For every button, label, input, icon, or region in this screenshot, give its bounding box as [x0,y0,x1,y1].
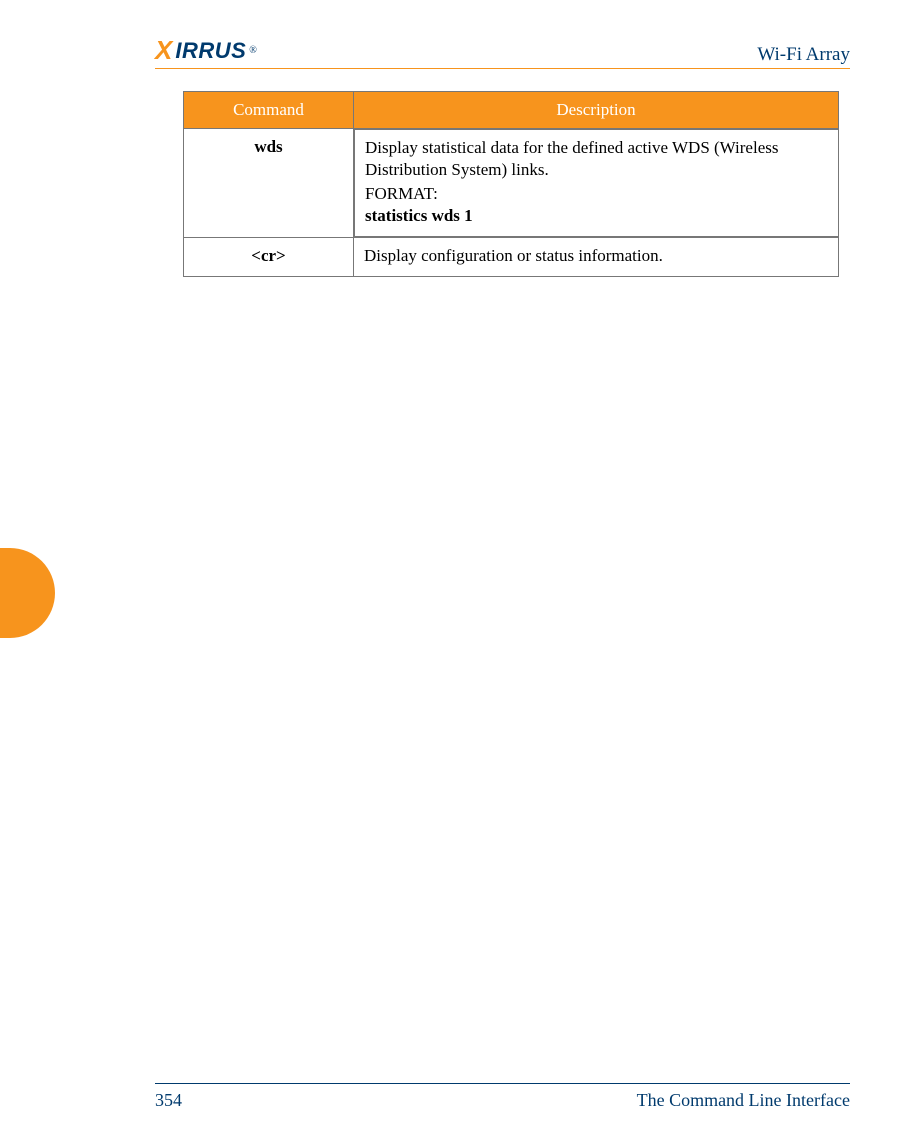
page-header: XIRRUS® Wi-Fi Array [155,35,850,69]
page-number: 354 [155,1090,182,1111]
column-header-command: Command [184,92,354,129]
page-footer: 354 The Command Line Interface [155,1083,850,1111]
registered-icon: ® [249,45,257,56]
logo-brand-text: IRRUS [175,38,246,64]
footer-rule [155,1083,850,1084]
format-label: FORMAT: [365,183,828,205]
logo-x-letter: X [155,35,172,66]
format-value: statistics wds 1 [365,205,828,227]
description-text: Display configuration or status informat… [364,246,663,265]
page-content: XIRRUS® Wi-Fi Array Command Description … [155,35,850,277]
command-cell: <cr> [184,238,354,277]
description-cell: Display statistical data for the defined… [354,129,839,237]
footer-row: 354 The Command Line Interface [155,1090,850,1111]
table-row: <cr> Display configuration or status inf… [184,238,839,277]
table-row: wds Display statistical data for the def… [184,129,839,238]
table-header-row: Command Description [184,92,839,129]
description-cell: Display configuration or status informat… [354,238,839,277]
description-text: Display statistical data for the defined… [365,137,828,181]
section-tab-marker-icon [0,548,55,638]
section-title: The Command Line Interface [637,1090,850,1111]
xirrus-logo: XIRRUS® [155,35,257,66]
column-header-description: Description [354,92,839,129]
command-table: Command Description wds Display statisti… [183,91,839,277]
document-title: Wi-Fi Array [757,44,850,66]
command-cell: wds [184,129,354,238]
